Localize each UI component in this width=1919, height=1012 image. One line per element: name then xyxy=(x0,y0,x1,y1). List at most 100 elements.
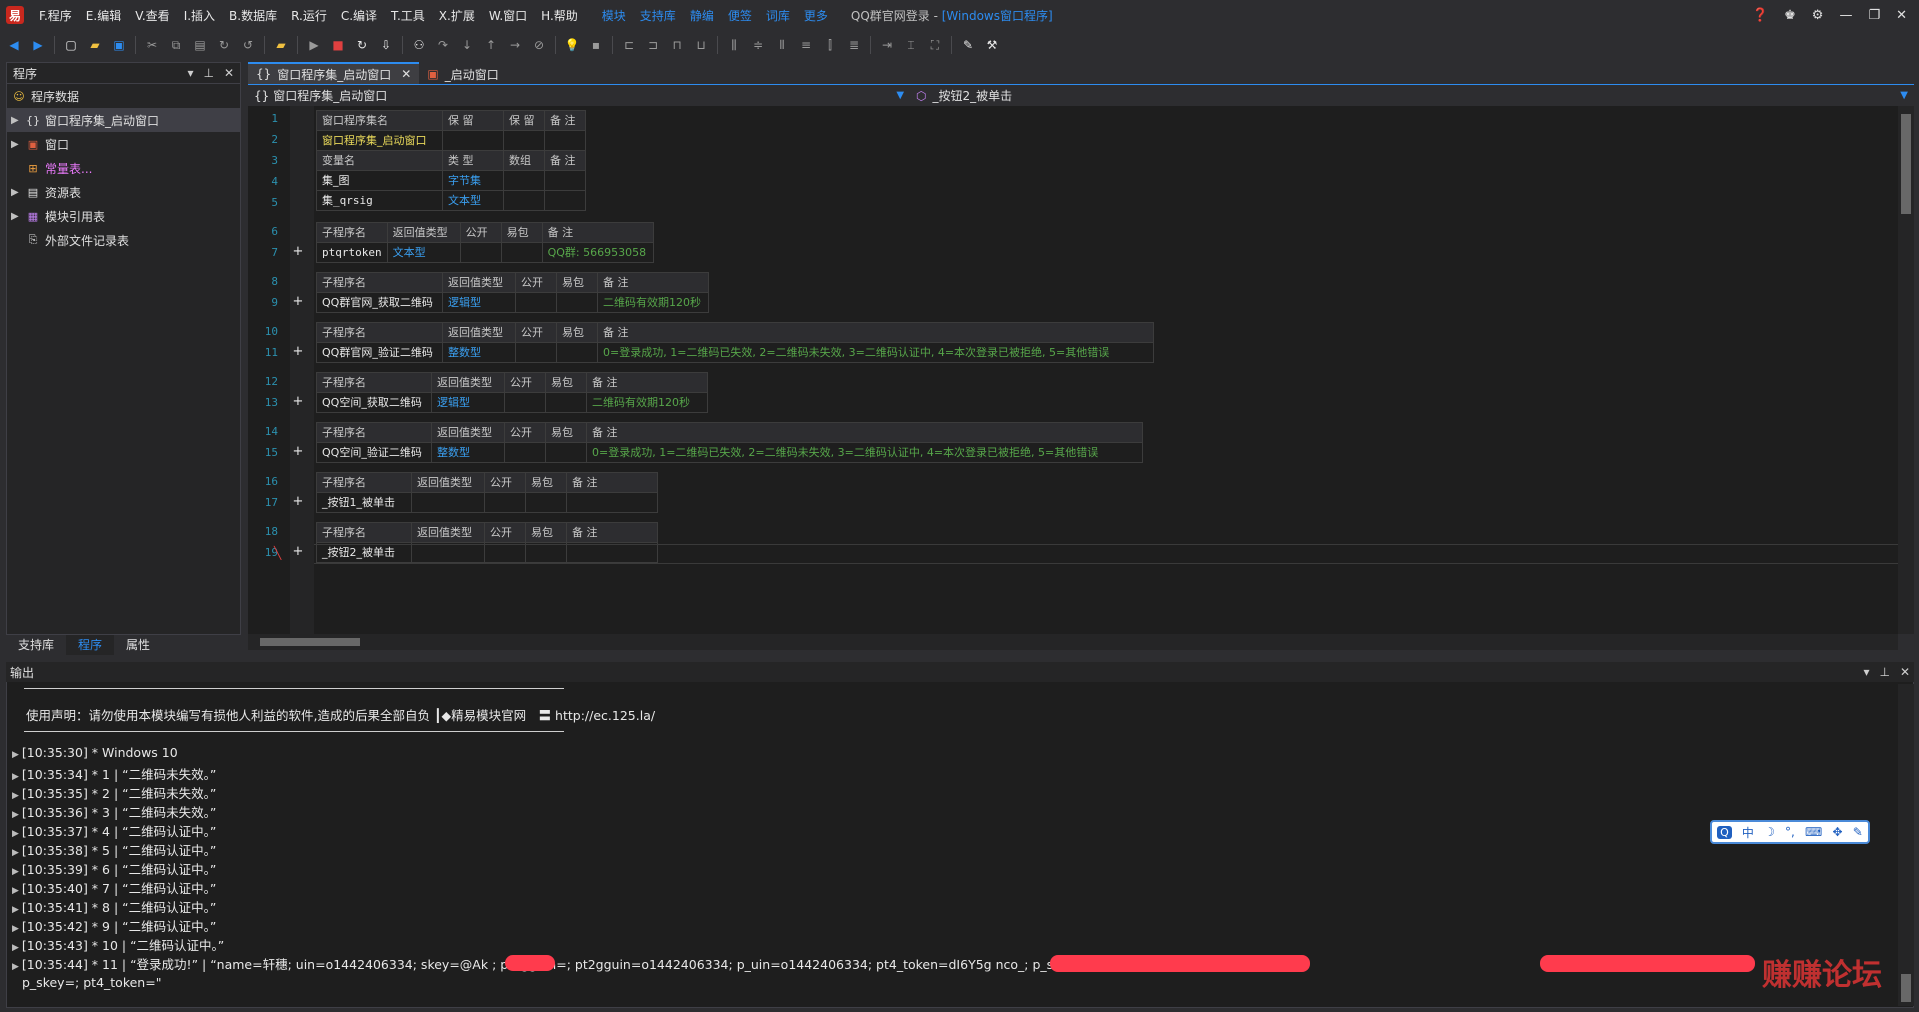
sub-name-cell[interactable]: QQ空间_获取二维码 xyxy=(316,392,432,413)
stop-icon[interactable]: ■ xyxy=(330,37,346,53)
expand-log-icon[interactable]: ▶ xyxy=(12,962,19,972)
step-out-icon[interactable]: ↑ xyxy=(483,37,499,53)
return-type-cell[interactable]: 文本型 xyxy=(386,242,461,263)
menu-help[interactable]: H.帮助 xyxy=(534,7,585,24)
restore-icon[interactable]: ❐ xyxy=(1868,8,1880,23)
space-vertical-icon[interactable]: ≡ xyxy=(798,37,814,53)
align-top-icon[interactable]: ⊓ xyxy=(669,37,685,53)
expand-icon[interactable]: ▶ xyxy=(11,187,25,198)
editor-horizontal-scrollbar[interactable] xyxy=(248,634,1898,650)
expand-icon[interactable]: ▶ xyxy=(11,139,25,150)
step-into-icon[interactable]: ↓ xyxy=(459,37,475,53)
expand-sub-icon[interactable]: + xyxy=(292,244,304,259)
new-file-icon[interactable]: ▢ xyxy=(63,37,79,53)
breakpoint-icon[interactable]: ⊘ xyxy=(531,37,547,53)
reserved-cell[interactable] xyxy=(442,130,504,151)
link-dictionary[interactable]: 词库 xyxy=(759,7,797,24)
note-cell[interactable]: 0=登录成功, 1=二维码已失效, 2=二维码未失效, 3=二维码认证中, 4=… xyxy=(597,342,1154,363)
sub-name-cell[interactable]: QQ群官网_获取二维码 xyxy=(316,292,443,313)
lightbulb-icon[interactable]: 💡 xyxy=(564,37,580,53)
menu-edit[interactable]: E.编辑 xyxy=(79,7,128,24)
expand-log-icon[interactable]: ▶ xyxy=(12,810,19,820)
tree-item-resources[interactable]: ▶ ▤ 资源表 xyxy=(7,180,240,204)
return-type-cell[interactable]: 逻辑型 xyxy=(431,392,505,413)
link-module[interactable]: 模块 xyxy=(595,7,633,24)
center-horizontal-icon[interactable]: ⫼ xyxy=(726,37,742,53)
easy-pack-cell[interactable] xyxy=(545,392,587,413)
menu-database[interactable]: B.数据库 xyxy=(222,7,284,24)
link-notes[interactable]: 便签 xyxy=(721,7,759,24)
note-cell[interactable] xyxy=(566,492,658,513)
note-cell[interactable]: QQ群: 566953058 xyxy=(541,242,654,263)
expand-sub-icon[interactable]: + xyxy=(292,494,304,509)
ime-wrench-icon[interactable]: ✎ xyxy=(1853,825,1863,839)
component-icon[interactable]: ▪ xyxy=(588,37,604,53)
class-selector[interactable]: {} 窗口程序集_启动窗口 ▼ xyxy=(248,86,910,106)
undo-icon[interactable]: ↺ xyxy=(240,37,256,53)
var-name-cell[interactable]: 集_图 xyxy=(316,170,443,191)
copy-icon[interactable]: ⧉ xyxy=(168,37,184,53)
restart-icon[interactable]: ↻ xyxy=(354,37,370,53)
forward-icon[interactable]: ▶ xyxy=(30,37,46,53)
tab-properties[interactable]: 属性 xyxy=(114,635,162,655)
member-selector[interactable]: ⬡ _按钮2_被单击 ▼ xyxy=(910,86,1914,106)
tab-support-lib[interactable]: 支持库 xyxy=(6,635,66,655)
sub-name-cell[interactable]: QQ群官网_验证二维码 xyxy=(316,342,443,363)
public-cell[interactable] xyxy=(504,392,546,413)
expand-log-icon[interactable]: ▶ xyxy=(12,791,19,801)
same-height-icon[interactable]: ≣ xyxy=(846,37,862,53)
link-support-lib[interactable]: 支持库 xyxy=(633,7,683,24)
menu-run[interactable]: R.运行 xyxy=(284,7,334,24)
ime-moon-icon[interactable]: ☽ xyxy=(1764,825,1775,839)
menu-extend[interactable]: X.扩展 xyxy=(432,7,482,24)
scroll-thumb[interactable] xyxy=(1901,114,1911,214)
var-name-cell[interactable]: 集_qrsig xyxy=(316,190,443,211)
easy-pack-cell[interactable] xyxy=(556,292,598,313)
expand-log-icon[interactable]: ▶ xyxy=(12,924,19,934)
magic-wand-icon[interactable]: ✎ xyxy=(960,37,976,53)
easy-pack-cell[interactable] xyxy=(525,492,567,513)
expand-sub-icon[interactable]: + xyxy=(292,394,304,409)
menu-compile[interactable]: C.编译 xyxy=(334,7,384,24)
paste-icon[interactable]: ▤ xyxy=(192,37,208,53)
tree-item-external-files[interactable]: ⎘ 外部文件记录表 xyxy=(7,228,240,252)
sub-name-cell[interactable]: QQ空间_验证二维码 xyxy=(316,442,432,463)
easy-pack-cell[interactable] xyxy=(556,342,598,363)
tab-program[interactable]: 程序 xyxy=(66,635,115,655)
menu-insert[interactable]: I.插入 xyxy=(177,7,222,24)
public-cell[interactable] xyxy=(459,242,502,263)
expand-log-icon[interactable]: ▶ xyxy=(12,867,19,877)
menu-window[interactable]: W.窗口 xyxy=(482,7,534,24)
expand-sub-icon[interactable]: + xyxy=(292,294,304,309)
expand-sub-icon[interactable]: + xyxy=(292,344,304,359)
editor-vertical-scrollbar[interactable] xyxy=(1898,106,1914,634)
project-folder-icon[interactable]: ▰ xyxy=(273,37,289,53)
expand-log-icon[interactable]: ▶ xyxy=(12,848,19,858)
public-cell[interactable] xyxy=(484,492,526,513)
menu-view[interactable]: V.查看 xyxy=(128,7,176,24)
ime-skin-icon[interactable]: ✥ xyxy=(1833,825,1843,839)
chevron-down-icon[interactable]: ▼ xyxy=(896,90,904,101)
expand-log-icon[interactable]: ▶ xyxy=(12,943,19,953)
public-cell[interactable] xyxy=(515,292,557,313)
fit-icon[interactable]: ⌶ xyxy=(903,37,919,53)
var-type-cell[interactable]: 文本型 xyxy=(442,190,504,211)
public-cell[interactable] xyxy=(515,342,557,363)
compile-icon[interactable]: ⇩ xyxy=(378,37,394,53)
minimize-icon[interactable]: — xyxy=(1839,8,1852,23)
run-icon[interactable]: ▶ xyxy=(306,37,322,53)
align-bottom-icon[interactable]: ⊔ xyxy=(693,37,709,53)
fullscreen-icon[interactable]: ⛶ xyxy=(927,37,943,53)
dropdown-icon[interactable]: ▾ xyxy=(187,66,193,80)
output-vertical-scrollbar[interactable] xyxy=(1898,684,1914,1006)
scroll-thumb[interactable] xyxy=(260,638,360,646)
easy-pack-cell[interactable] xyxy=(545,442,587,463)
tree-item-constants[interactable]: ⊞ 常量表... xyxy=(7,156,240,180)
reserved-cell[interactable] xyxy=(503,130,545,151)
sub-name-cell[interactable]: ptqrtoken xyxy=(316,242,388,263)
expand-log-icon[interactable]: ▶ xyxy=(12,829,19,839)
ime-chinese-mode[interactable]: 中 xyxy=(1742,824,1754,841)
ime-keyboard-icon[interactable]: ⌨ xyxy=(1805,825,1822,839)
tree-item-program-data[interactable]: ☺ 程序数据 xyxy=(7,84,240,108)
array-cell[interactable] xyxy=(503,170,545,191)
